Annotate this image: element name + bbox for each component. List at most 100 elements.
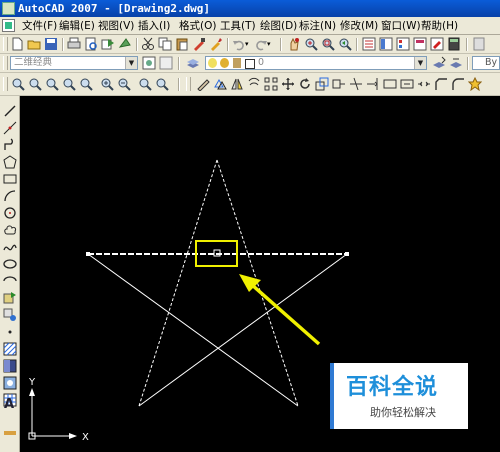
move-icon[interactable] xyxy=(281,77,295,91)
construction-line-icon[interactable] xyxy=(3,121,17,135)
open-icon[interactable] xyxy=(27,37,41,51)
zoom-dynamic-icon[interactable] xyxy=(28,77,42,91)
zoom-center-icon[interactable] xyxy=(62,77,76,91)
save-icon[interactable] xyxy=(44,37,58,51)
chamfer-icon[interactable] xyxy=(434,77,448,91)
zoom-out-icon[interactable] xyxy=(117,77,131,91)
layer-properties-icon[interactable] xyxy=(186,56,200,70)
undo-dropdown-icon[interactable]: ▾ xyxy=(245,37,251,51)
scale-icon[interactable] xyxy=(315,77,329,91)
menu-draw[interactable]: 绘图(D) xyxy=(260,19,297,33)
circle-icon[interactable] xyxy=(3,206,17,220)
design-center-icon[interactable] xyxy=(379,37,393,51)
layer-select[interactable]: 0 ▼ xyxy=(205,56,427,70)
break-at-point-icon[interactable] xyxy=(383,77,397,91)
layer-on-icon[interactable] xyxy=(208,58,217,68)
line-icon[interactable] xyxy=(3,104,17,118)
menu-tools[interactable]: 工具(T) xyxy=(220,19,256,33)
copy-object-icon[interactable] xyxy=(213,77,227,91)
make-object-layer-current-icon[interactable] xyxy=(432,56,446,70)
properties-icon[interactable] xyxy=(362,37,376,51)
publish-icon[interactable] xyxy=(101,37,115,51)
join-icon[interactable] xyxy=(417,77,431,91)
trim-icon[interactable] xyxy=(349,77,363,91)
extend-icon[interactable] xyxy=(366,77,380,91)
sheet-icon[interactable] xyxy=(118,37,132,51)
paste-icon[interactable] xyxy=(175,37,189,51)
workspace-select[interactable]: 二维经典 ▼ xyxy=(10,56,138,70)
polyline-icon[interactable] xyxy=(3,138,17,152)
break-icon[interactable] xyxy=(400,77,414,91)
copy-icon[interactable] xyxy=(158,37,172,51)
menu-dimension[interactable]: 标注(N) xyxy=(299,19,336,33)
layer-previous-icon[interactable] xyxy=(449,56,463,70)
zoom-object-icon[interactable] xyxy=(79,77,93,91)
markup-icon[interactable] xyxy=(430,37,444,51)
ellipse-arc-icon[interactable] xyxy=(3,274,17,288)
plot-preview-icon[interactable] xyxy=(84,37,98,51)
zoom-realtime-icon[interactable] xyxy=(304,37,318,51)
document-icon[interactable] xyxy=(2,19,15,32)
plot-icon[interactable] xyxy=(67,37,81,51)
layer-lock-icon[interactable] xyxy=(233,58,241,68)
zoom-in-icon[interactable] xyxy=(100,77,114,91)
undo-icon[interactable] xyxy=(232,37,246,51)
multiline-text-icon[interactable]: A xyxy=(4,397,14,412)
zoom-extents-icon[interactable] xyxy=(155,77,169,91)
insert-block-icon[interactable] xyxy=(3,291,17,305)
gradient-icon[interactable] xyxy=(3,359,17,373)
zoom-window-icon[interactable] xyxy=(321,37,335,51)
menu-view[interactable]: 视图(V) xyxy=(98,19,134,33)
explode-icon[interactable] xyxy=(468,77,482,91)
make-block-icon[interactable] xyxy=(3,308,17,322)
calculator-icon[interactable] xyxy=(447,37,461,51)
rotate-icon[interactable] xyxy=(298,77,312,91)
menu-edit[interactable]: 编辑(E) xyxy=(59,19,95,33)
menu-insert[interactable]: 插入(I) xyxy=(138,19,170,33)
redo-dropdown-icon[interactable]: ▾ xyxy=(267,37,273,51)
help-icon[interactable] xyxy=(472,37,486,51)
menu-file[interactable]: 文件(F) xyxy=(22,19,57,33)
zoom-previous-icon[interactable] xyxy=(338,37,352,51)
menu-window[interactable]: 窗口(W) xyxy=(381,19,421,33)
pan-icon[interactable] xyxy=(287,37,301,51)
tool-palettes-icon[interactable] xyxy=(396,37,410,51)
arc-icon[interactable] xyxy=(3,189,17,203)
layer-freeze-icon[interactable] xyxy=(220,58,229,68)
stretch-icon[interactable] xyxy=(332,77,346,91)
menu-modify[interactable]: 修改(M) xyxy=(340,19,378,33)
menu-format[interactable]: 格式(O) xyxy=(179,19,216,33)
fillet-icon[interactable] xyxy=(451,77,465,91)
menu-help[interactable]: 帮助(H) xyxy=(421,19,458,33)
zoom-window-icon[interactable] xyxy=(11,77,25,91)
redo-icon[interactable] xyxy=(254,37,268,51)
workspace-settings-icon[interactable] xyxy=(142,56,156,70)
polygon-icon[interactable] xyxy=(3,155,17,169)
ellipse-icon[interactable] xyxy=(3,257,17,271)
spline-icon[interactable] xyxy=(3,240,17,254)
chevron-down-icon[interactable]: ▼ xyxy=(125,57,137,69)
hatch-icon[interactable] xyxy=(3,342,17,356)
cut-icon[interactable] xyxy=(141,37,155,51)
match-properties-icon[interactable] xyxy=(192,37,206,51)
toolbar-grip[interactable] xyxy=(3,77,8,91)
mirror-icon[interactable] xyxy=(230,77,244,91)
autocad-app-icon[interactable] xyxy=(2,2,15,15)
toolbar-grip[interactable] xyxy=(186,77,191,91)
toolbar-scroll-icon[interactable] xyxy=(3,426,17,440)
chevron-down-icon[interactable]: ▼ xyxy=(414,57,426,69)
color-select[interactable]: By xyxy=(472,56,500,70)
new-icon[interactable] xyxy=(10,37,24,51)
offset-icon[interactable] xyxy=(247,77,261,91)
workspace-save-icon[interactable] xyxy=(159,56,173,70)
block-editor-icon[interactable] xyxy=(209,37,223,51)
toolbar-grip[interactable] xyxy=(3,56,8,70)
point-icon[interactable] xyxy=(3,325,17,339)
revision-cloud-icon[interactable] xyxy=(3,223,17,237)
zoom-scale-icon[interactable] xyxy=(45,77,59,91)
rectangle-icon[interactable] xyxy=(3,172,17,186)
sheet-set-icon[interactable] xyxy=(413,37,427,51)
region-icon[interactable] xyxy=(3,376,17,390)
toolbar-grip[interactable] xyxy=(3,37,8,51)
array-icon[interactable] xyxy=(264,77,278,91)
